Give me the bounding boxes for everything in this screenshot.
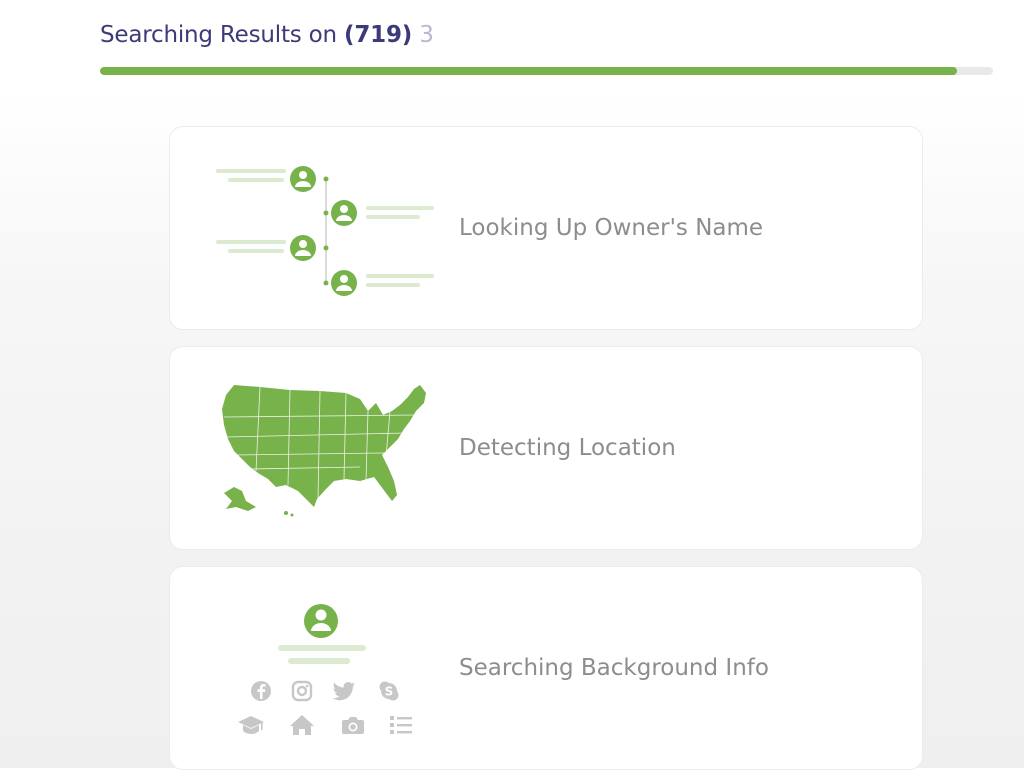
step-card-background: S Searching Background Info [169, 566, 923, 770]
step-label: Searching Background Info [459, 655, 769, 681]
step-label: Looking Up Owner's Name [459, 215, 764, 241]
graduation-cap-icon [238, 716, 264, 734]
facebook-icon [251, 681, 271, 701]
usa-map-icon [222, 385, 426, 517]
results-count: (719) [344, 22, 413, 48]
title-prefix: Searching Results on [100, 22, 345, 48]
home-icon [290, 715, 314, 735]
instagram-icon [291, 680, 313, 702]
skype-icon: S [379, 681, 399, 701]
progress-bar [100, 67, 993, 75]
step-label: Detecting Location [459, 435, 676, 461]
profile-icon [278, 604, 366, 664]
typing-text: 3 [412, 22, 434, 48]
step-card-owner-name: Looking Up Owner's Name [169, 126, 923, 330]
list-icon [390, 716, 412, 734]
camera-icon [342, 717, 364, 734]
progress-fill [100, 67, 958, 75]
twitter-icon [332, 682, 356, 701]
step-card-location: Detecting Location [169, 346, 923, 550]
svg-text:S: S [385, 685, 394, 699]
search-results-title: Searching Results on (719) 3 [100, 22, 434, 52]
people-tree-icon [216, 166, 434, 296]
